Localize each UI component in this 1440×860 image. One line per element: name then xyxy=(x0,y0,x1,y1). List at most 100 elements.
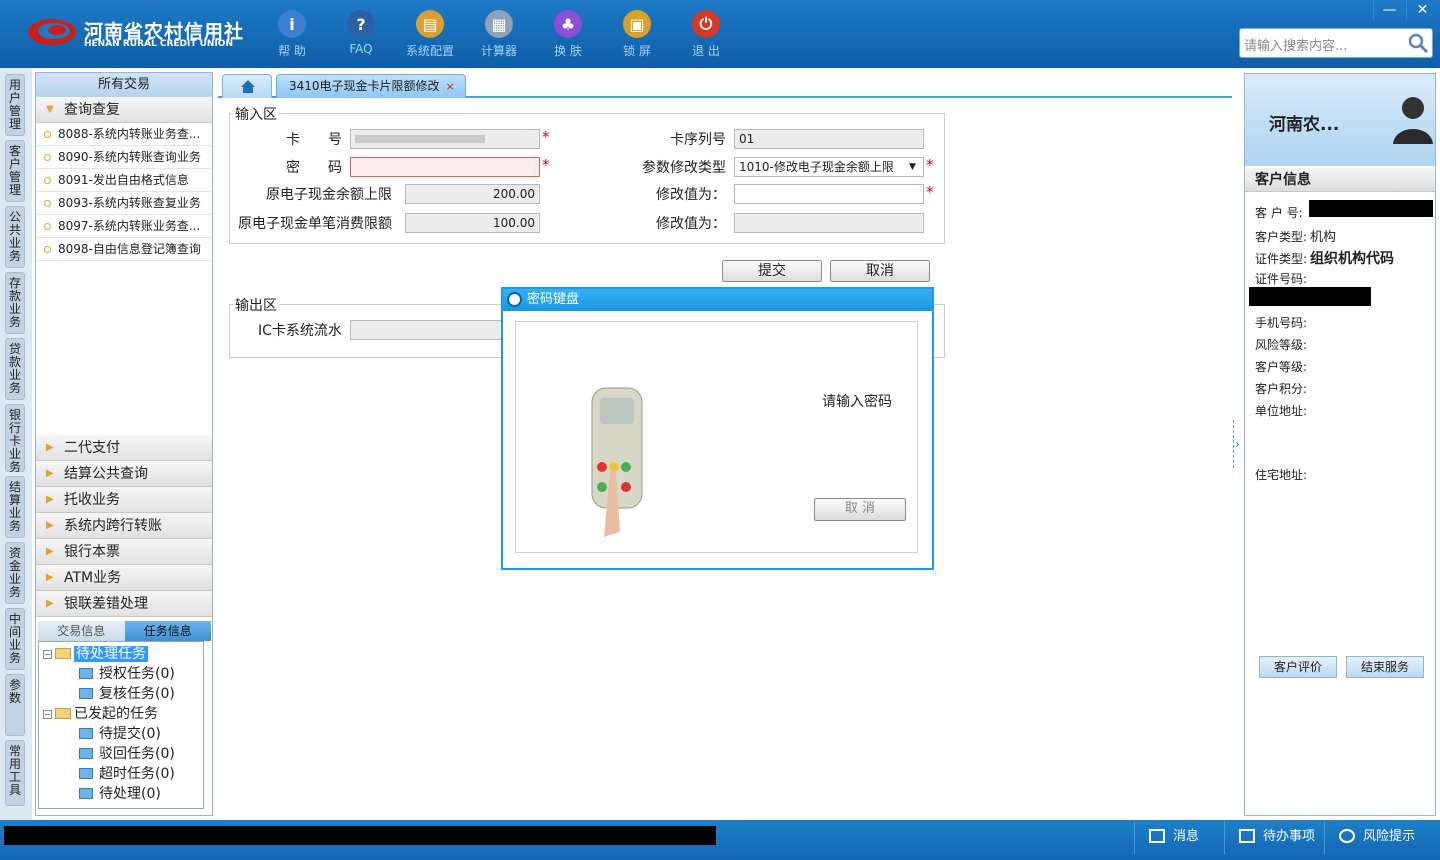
id-no-label: 证件号码: xyxy=(1255,272,1308,286)
toolbar-label: 锁 屏 xyxy=(623,44,651,58)
card-seq-label: 卡序列号 xyxy=(670,132,726,148)
collapse-icon[interactable]: − xyxy=(43,650,52,659)
side-tab-4[interactable]: 贷款业务 xyxy=(5,338,25,400)
group-2[interactable]: ▶ 托收业务 xyxy=(36,487,212,513)
side-tab-3[interactable]: 存款业务 xyxy=(5,272,25,334)
customer-evaluate-button[interactable]: 客户评价 xyxy=(1259,656,1337,678)
group-5[interactable]: ▶ ATM业务 xyxy=(36,565,212,591)
lock-icon: ▣ xyxy=(623,10,651,38)
collapse-right-panel-icon[interactable]: › xyxy=(1233,420,1241,468)
toolbar-label: 退 出 xyxy=(692,44,720,58)
messages-button[interactable]: 消息 xyxy=(1134,820,1224,854)
transaction-item[interactable]: 8091-发出自由格式信息 xyxy=(36,169,212,192)
todo-button[interactable]: 待办事项 xyxy=(1224,820,1324,854)
all-transactions-header[interactable]: 所有交易 xyxy=(36,73,212,97)
status-label: 风险提示 xyxy=(1363,829,1416,844)
side-tab-2[interactable]: 公共业务 xyxy=(5,206,25,268)
cancel-button[interactable]: 取消 xyxy=(830,260,930,282)
customer-header: 河南农... xyxy=(1245,74,1435,166)
redacted-status-text xyxy=(4,826,716,845)
modify-value-field[interactable] xyxy=(734,184,924,204)
toolbar-lock-button[interactable]: ▣ 锁 屏 xyxy=(607,8,667,59)
side-tab-6[interactable]: 结算业务 xyxy=(5,476,25,538)
tree-leaf[interactable]: 授权任务(0) xyxy=(79,664,175,684)
transaction-label: 8097-系统内转账业务查... xyxy=(58,219,201,233)
side-tab-9[interactable]: 参数 xyxy=(5,674,25,736)
tree-node-initiated[interactable]: − 已发起的任务 xyxy=(43,704,158,724)
info-icon: i xyxy=(278,10,306,38)
tree-leaf[interactable]: 待提交(0) xyxy=(79,724,161,744)
modify-value-label: 修改值为： xyxy=(656,187,726,203)
toolbar-info-button[interactable]: i 帮 助 xyxy=(262,8,322,59)
param-type-select[interactable]: 1010-修改电子现金余额上限 xyxy=(734,157,924,177)
dialog-cancel-button[interactable]: 取 消 xyxy=(814,498,906,521)
tab-home[interactable] xyxy=(222,74,272,98)
group-6[interactable]: ▶ 银联差错处理 xyxy=(36,591,212,617)
tree-node-pending[interactable]: − 待处理任务 xyxy=(43,644,148,664)
card-no-field[interactable] xyxy=(350,129,540,149)
group-label: 系统内跨行转账 xyxy=(64,518,162,534)
transaction-label: 8088-系统内转账业务查... xyxy=(58,127,201,141)
param-type-value: 1010-修改电子现金余额上限 xyxy=(739,160,894,174)
group-3[interactable]: ▶ 系统内跨行转账 xyxy=(36,513,212,539)
tree-leaf[interactable]: 复核任务(0) xyxy=(79,684,175,704)
toolbar-power-button[interactable]: ⏻ 退 出 xyxy=(676,8,736,59)
side-tab-0[interactable]: 用户管理 xyxy=(5,74,25,136)
power-icon: ⏻ xyxy=(692,10,720,38)
group-4[interactable]: ▶ 银行本票 xyxy=(36,539,212,565)
side-tab-8[interactable]: 中间业务 xyxy=(5,608,25,670)
end-service-button[interactable]: 结束服务 xyxy=(1346,656,1424,678)
risk-alert-button[interactable]: 风险提示 xyxy=(1324,820,1440,854)
toolbar-label: FAQ xyxy=(349,42,373,56)
bullet-icon xyxy=(44,154,51,161)
home-icon xyxy=(241,80,255,93)
toolbar-label: 计算器 xyxy=(480,44,517,58)
chevron-down-icon[interactable]: ▼ xyxy=(909,162,916,172)
tab-task-info[interactable]: 任务信息 xyxy=(124,621,211,641)
tree-leaf[interactable]: 超时任务(0) xyxy=(79,764,175,784)
group-label: 托收业务 xyxy=(64,492,120,508)
orig-balance-field: 200.00 xyxy=(405,184,540,204)
transaction-item[interactable]: 8088-系统内转账业务查... xyxy=(36,123,212,146)
collapse-icon[interactable]: − xyxy=(43,710,52,719)
close-window-button[interactable]: ✕ xyxy=(1406,0,1438,20)
toolbar-folder-config-button[interactable]: ▤ 系统配置 xyxy=(400,8,460,59)
side-tab-7[interactable]: 资金业务 xyxy=(5,542,25,604)
side-tab-10[interactable]: 常用工具 xyxy=(5,740,25,806)
tree-leaf[interactable]: 驳回任务(0) xyxy=(79,744,175,764)
dialog-title: 密码键盘 xyxy=(527,292,580,307)
search-input[interactable]: 请输入搜索内容... xyxy=(1239,28,1433,58)
tree-leaf[interactable]: 待处理(0) xyxy=(79,784,161,804)
transaction-item[interactable]: 8097-系统内转账业务查... xyxy=(36,215,212,238)
transaction-item[interactable]: 8093-系统内转账查复业务 xyxy=(36,192,212,215)
shirt-icon: ♣ xyxy=(554,10,582,38)
password-field[interactable] xyxy=(350,157,540,177)
dialog-title-bar[interactable]: 密码键盘 xyxy=(503,289,932,311)
bullet-icon xyxy=(44,177,51,184)
toolbar-question-button[interactable]: ? FAQ xyxy=(331,8,391,56)
orig-balance-label: 原电子现金余额上限 xyxy=(266,187,392,203)
side-tab-1[interactable]: 客户管理 xyxy=(5,140,25,202)
task-icon xyxy=(79,688,93,699)
toolbar-calculator-button[interactable]: ▦ 计算器 xyxy=(469,8,529,59)
minimize-button[interactable]: — xyxy=(1373,0,1405,20)
close-tab-icon[interactable]: × xyxy=(446,80,455,93)
search-icon[interactable] xyxy=(1405,30,1431,56)
submit-button[interactable]: 提交 xyxy=(722,260,822,282)
required-mark: * xyxy=(542,128,550,146)
customer-no-label: 客 户 号: xyxy=(1255,206,1303,220)
group-query[interactable]: ▼ 查询查复 xyxy=(36,97,212,123)
tab-3410[interactable]: 3410电子现金卡片限额修改 × xyxy=(276,74,466,98)
orig-single-field: 100.00 xyxy=(405,213,540,233)
customer-level-label: 客户等级: xyxy=(1255,360,1308,374)
transaction-item[interactable]: 8090-系统内转账查询业务 xyxy=(36,146,212,169)
transaction-item[interactable]: 8098-自由信息登记簿查询 xyxy=(36,238,212,261)
side-tab-5[interactable]: 银行卡业务 xyxy=(5,404,25,474)
group-1[interactable]: ▶ 结算公共查询 xyxy=(36,461,212,487)
group-0[interactable]: ▶ 二代支付 xyxy=(36,435,212,461)
mail-icon xyxy=(1149,829,1165,843)
toolbar-shirt-button[interactable]: ♣ 换 肤 xyxy=(538,8,598,59)
bullet-icon xyxy=(44,246,51,253)
status-label: 消息 xyxy=(1173,829,1200,844)
tab-transaction-info[interactable]: 交易信息 xyxy=(38,621,125,641)
